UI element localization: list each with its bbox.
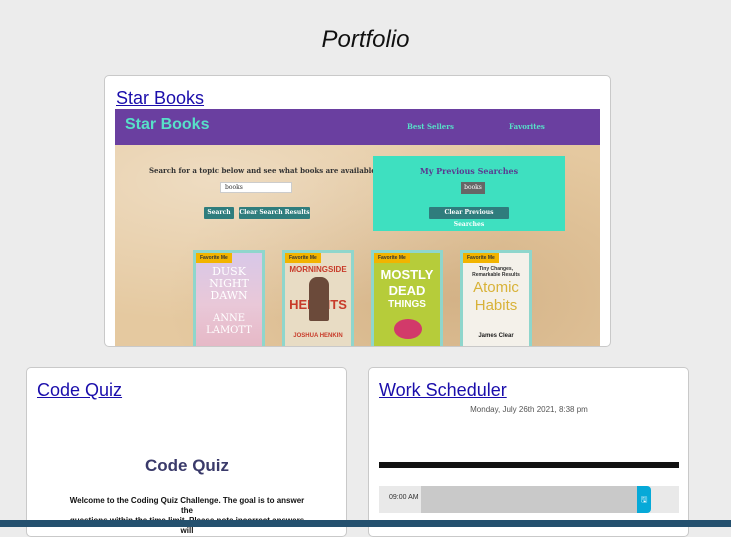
best-sellers-nav: Best Sellers <box>407 122 454 131</box>
current-date: Monday, July 26th 2021, 8:38 pm <box>470 405 588 414</box>
previous-search-chip: books <box>461 182 485 194</box>
clear-search-button: Clear Search Results <box>239 207 310 219</box>
quiz-title: Code Quiz <box>144 456 230 475</box>
save-icon: 🖫 <box>637 486 651 513</box>
bottom-bar <box>0 520 731 527</box>
book-cover: Favorite Me DUSK NIGHT DAWN ANNE LAMOTT <box>193 250 265 346</box>
search-input: books <box>220 182 292 193</box>
book-cover: Favorite Me Tiny Changes, Remarkable Res… <box>460 250 532 346</box>
cover-text: LAMOTT <box>206 325 252 336</box>
cover-text: JOSHUA HENKIN <box>293 333 343 339</box>
cover-text: Tiny Changes, Remarkable Results <box>472 266 520 278</box>
favorite-tag: Favorite Me <box>463 253 499 263</box>
event-textarea <box>421 486 637 513</box>
quiz-intro-line: Welcome to the Coding Quiz Challenge. Th… <box>69 496 305 515</box>
favorite-tag: Favorite Me <box>285 253 321 263</box>
star-books-screenshot[interactable]: Star Books Best Sellers Favorites Search… <box>115 109 600 346</box>
project-card-star-books: Star Books Star Books Best Sellers Favor… <box>104 75 611 347</box>
code-quiz-screenshot[interactable]: Code Quiz Welcome to the Coding Quiz Cha… <box>27 368 346 536</box>
cover-text: DEAD <box>388 283 426 298</box>
project-card-code-quiz: Code Quiz Code Quiz Welcome to the Codin… <box>26 367 347 537</box>
previous-searches-panel: My Previous Searches books Clear Previou… <box>373 156 565 231</box>
cover-text: Atomic <box>473 279 519 296</box>
star-books-link[interactable]: Star Books <box>116 88 204 109</box>
favorite-tag: Favorite Me <box>196 253 232 263</box>
cover-text: MORNINGSIDE <box>289 265 347 274</box>
book-cover: Favorite Me MOSTLY DEAD THINGS <box>371 250 443 346</box>
cover-text: ANNE <box>212 313 246 324</box>
cover-text: James Clear <box>478 333 514 339</box>
page-title: Portfolio <box>321 26 410 53</box>
previous-searches-title: My Previous Searches <box>419 166 519 176</box>
cover-text: Habits <box>474 297 518 314</box>
project-card-work-scheduler: Work Scheduler Monday, July 26th 2021, 8… <box>368 367 689 537</box>
search-button: Search <box>204 207 234 219</box>
cover-text: THINGS <box>388 299 426 310</box>
figure-illustration <box>309 277 329 321</box>
quiz-intro: Welcome to the Coding Quiz Challenge. Th… <box>67 496 307 536</box>
header-divider <box>379 462 679 468</box>
cover-text: MOSTLY <box>380 267 434 282</box>
work-scheduler-screenshot[interactable]: Monday, July 26th 2021, 8:38 pm 09:00 AM… <box>369 368 688 536</box>
cover-illustration <box>394 319 422 339</box>
cover-text: DAWN <box>210 289 248 302</box>
star-books-brand: Star Books <box>125 116 210 133</box>
favorites-nav: Favorites <box>509 122 545 131</box>
search-prompt: Search for a topic below and see what bo… <box>149 166 379 175</box>
hour-label: 09:00 AM <box>389 494 419 501</box>
book-cover: Favorite Me MORNINGSIDE HEIGHTS JOSHUA H… <box>282 250 354 346</box>
favorite-tag: Favorite Me <box>374 253 410 263</box>
star-books-navbar: Star Books Best Sellers Favorites <box>115 109 600 145</box>
clear-previous-button: Clear Previous Searches <box>429 207 509 228</box>
